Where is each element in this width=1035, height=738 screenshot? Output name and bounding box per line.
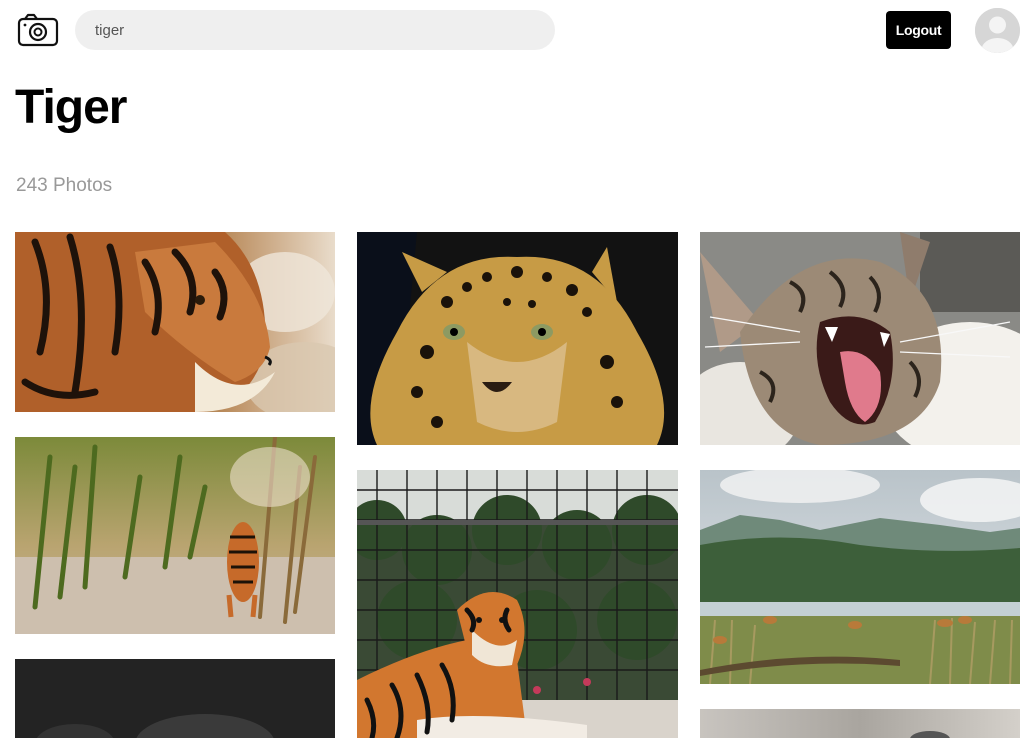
photo-leopard-face[interactable] — [357, 232, 678, 445]
search-input[interactable] — [75, 10, 555, 50]
photo-deer-valley[interactable] — [700, 470, 1020, 684]
photo-tiger-lying[interactable] — [357, 470, 678, 738]
camera-logo-icon[interactable] — [17, 12, 59, 48]
photo-dark[interactable] — [15, 659, 335, 738]
page-title: Tiger — [15, 81, 127, 134]
logout-button[interactable]: Logout — [886, 11, 951, 49]
photo-yawning-cat[interactable] — [700, 232, 1020, 445]
photo-count: 243 Photos — [16, 175, 113, 196]
user-avatar[interactable] — [975, 8, 1020, 53]
default-user-icon — [975, 8, 1020, 53]
photo-grey[interactable] — [700, 709, 1020, 738]
photo-tiger-walking[interactable] — [15, 437, 335, 634]
photo-tiger-profile[interactable] — [15, 232, 335, 412]
top-navigation-bar: Logout — [0, 0, 1035, 62]
